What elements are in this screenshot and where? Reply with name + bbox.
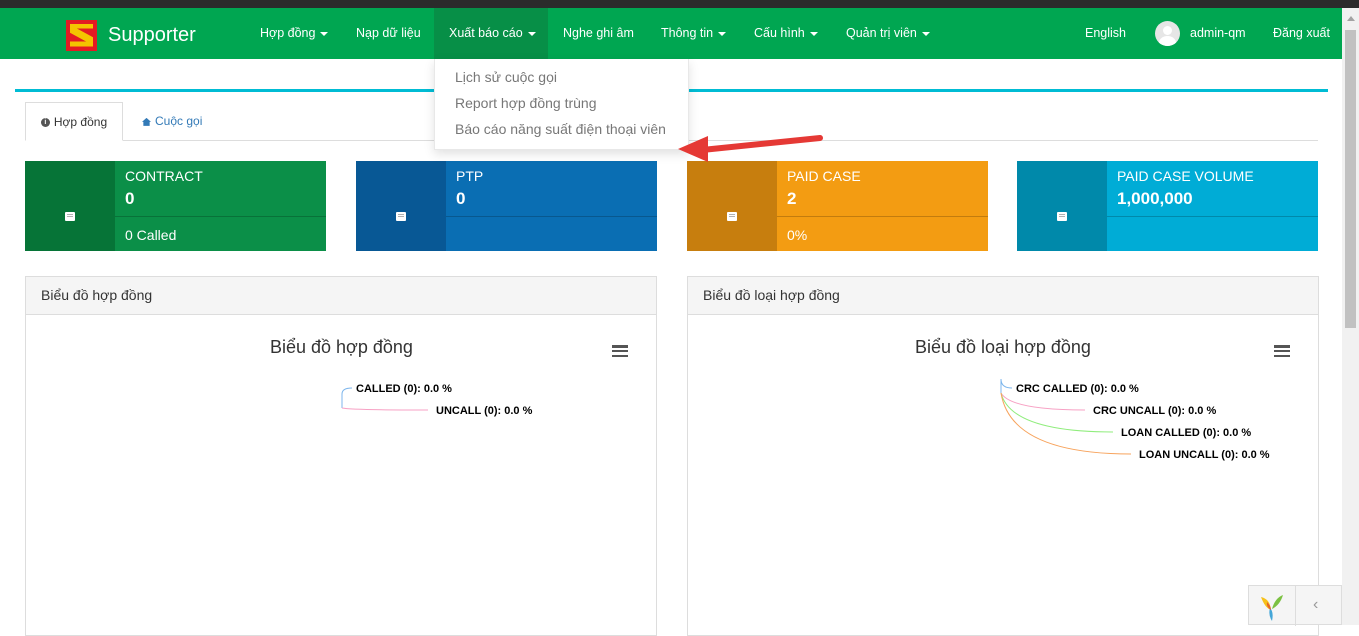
dropdown-item-report-hop-dong-trung[interactable]: Report hợp đồng trùng: [455, 95, 597, 111]
nav-item-label: Nghe ghi âm: [563, 26, 634, 40]
stat-icon-area: [1017, 161, 1107, 251]
chart-panel-hop-dong: Biểu đồ hợp đồng Biểu đồ hợp đồng CALLED…: [25, 276, 657, 636]
pie-data-label-called: CALLED (0): 0.0 %: [356, 383, 452, 395]
nav-item-label: Xuất báo cáo: [449, 26, 523, 40]
stat-box-contract: CONTRACT 0 0 Called: [25, 161, 326, 251]
report-dropdown-menu: Lịch sử cuộc gọi Report hợp đồng trùng B…: [434, 59, 689, 150]
stat-icon-area: [25, 161, 115, 251]
stat-value: 0: [125, 189, 135, 208]
book-icon: [727, 212, 737, 221]
chevron-left-icon[interactable]: ‹: [1313, 596, 1318, 614]
tab-hop-dong[interactable]: i Hợp đồng: [25, 102, 123, 141]
window-top-strip: [0, 0, 1359, 8]
caret-down-icon: [320, 31, 329, 36]
chart-panel-header: Biểu đồ hợp đồng: [26, 277, 656, 315]
stat-value: 1,000,000: [1117, 189, 1193, 208]
pie-data-label-loan-uncall: LOAN UNCALL (0): 0.0 %: [1139, 449, 1270, 461]
logout-link[interactable]: Đăng xuất: [1273, 8, 1330, 59]
stat-divider: [777, 216, 988, 217]
brand-name: Supporter: [108, 23, 196, 46]
stat-title: PTP: [456, 168, 484, 184]
pie-data-label-crc-uncall: CRC UNCALL (0): 0.0 %: [1093, 405, 1216, 417]
scroll-up-icon[interactable]: [1347, 16, 1355, 21]
stat-box-paid-case-volume: PAID CASE VOLUME 1,000,000: [1017, 161, 1318, 251]
nav-item-label: Quản trị viên: [846, 26, 917, 40]
book-icon: [396, 212, 406, 221]
stat-icon-area: [687, 161, 777, 251]
stat-box-ptp: PTP 0: [356, 161, 657, 251]
stat-title: PAID CASE VOLUME: [1117, 168, 1254, 184]
nav-item-cau-hinh[interactable]: Cấu hình: [744, 8, 828, 59]
vertical-scrollbar[interactable]: [1342, 8, 1359, 625]
stat-divider: [446, 216, 657, 217]
nav-item-thong-tin[interactable]: Thông tin: [651, 8, 736, 59]
stat-sub: 0 Called: [125, 227, 177, 243]
nav-item-nghe-ghi-am[interactable]: Nghe ghi âm: [553, 8, 644, 59]
scroll-thumb[interactable]: [1345, 30, 1356, 328]
info-icon: i: [40, 118, 50, 128]
navbar: Supporter Hợp đồng Nạp dữ liệu Xuất báo …: [0, 8, 1342, 59]
tab-label: Cuộc gọi: [155, 114, 203, 128]
dropdown-item-bao-cao-nang-suat[interactable]: Báo cáo năng suất điện thoại viên: [455, 121, 666, 137]
nav-item-hop-dong[interactable]: Hợp đồng: [250, 8, 338, 59]
pie-data-label-uncall: UNCALL (0): 0.0 %: [436, 405, 533, 417]
caret-down-icon: [527, 31, 536, 36]
pie-data-label-crc-called: CRC CALLED (0): 0.0 %: [1016, 383, 1139, 395]
yii-logo-icon: [1261, 595, 1283, 621]
stat-sub: 0%: [787, 227, 808, 243]
chart-panel-header: Biểu đồ loại hợp đồng: [688, 277, 1318, 315]
yii-debug-toolbar[interactable]: ‹: [1248, 585, 1342, 626]
tab-cuoc-goi[interactable]: Cuộc gọi: [142, 102, 202, 141]
stat-title: CONTRACT: [125, 168, 203, 184]
pie-chart-hop-dong: CALLED (0): 0.0 % UNCALL (0): 0.0 %: [341, 383, 533, 417]
nav-item-label: Cấu hình: [754, 26, 805, 40]
tab-label: Hợp đồng: [53, 115, 108, 129]
pie-connector-called: [341, 387, 353, 408]
book-icon: [65, 212, 75, 221]
stat-value: 2: [787, 189, 797, 208]
book-icon: [1057, 212, 1067, 221]
username[interactable]: admin-qm: [1190, 8, 1246, 59]
arrow-shaft: [699, 135, 823, 153]
red-arrow-annotation: [678, 135, 823, 162]
caret-down-icon: [921, 31, 930, 36]
home-icon: [142, 117, 151, 126]
nav-item-xuat-bao-cao[interactable]: Xuất báo cáo: [434, 8, 548, 59]
dropdown-item-lich-su-cuoc-goi[interactable]: Lịch sử cuộc gọi: [455, 69, 557, 85]
nav-item-nap-du-lieu[interactable]: Nạp dữ liệu: [346, 8, 431, 59]
stat-box-paid-case: PAID CASE 2 0%: [687, 161, 988, 251]
stat-icon-area: [356, 161, 446, 251]
language-switch[interactable]: English: [1085, 8, 1126, 59]
caret-down-icon: [809, 31, 818, 36]
supporter-logo-icon: [66, 19, 97, 51]
stat-title: PAID CASE: [787, 168, 861, 184]
avatar[interactable]: [1155, 21, 1180, 46]
nav-item-label: Nạp dữ liệu: [356, 26, 421, 40]
nav-item-label: Thông tin: [661, 26, 714, 40]
stat-divider: [1107, 216, 1318, 217]
caret-down-icon: [718, 31, 727, 36]
pie-connector-crc-called: [1000, 378, 1013, 393]
stat-divider: [115, 216, 326, 217]
yii-divider: [1295, 586, 1296, 626]
brand[interactable]: Supporter: [66, 19, 196, 51]
pie-connector-loan-uncall: [1000, 392, 1132, 455]
nav-item-label: Hợp đồng: [260, 26, 316, 40]
pie-connector-crc-uncall: [1000, 392, 1086, 411]
pie-connector-uncall: [341, 407, 429, 411]
chart-panel-loai-hop-dong: Biểu đồ loại hợp đồng Biểu đồ loại hợp đ…: [687, 276, 1319, 636]
arrow-head: [678, 136, 708, 162]
pie-chart-loai-hop-dong: CRC CALLED (0): 0.0 % CRC UNCALL (0): 0.0…: [1000, 378, 1270, 461]
pie-data-label-loan-called: LOAN CALLED (0): 0.0 %: [1121, 427, 1251, 439]
stat-value: 0: [456, 189, 466, 208]
nav-item-quan-tri-vien[interactable]: Quản trị viên: [836, 8, 940, 59]
